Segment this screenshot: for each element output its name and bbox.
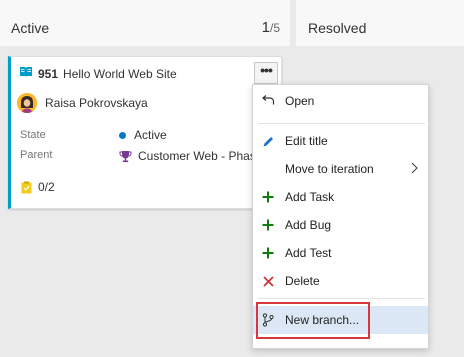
work-item-id: 951 xyxy=(38,66,59,81)
state-field[interactable]: Active xyxy=(119,128,167,142)
wip-current: 1 xyxy=(261,19,270,36)
assignee-name: Raisa Pokrovskaya xyxy=(45,96,148,110)
chevron-right-icon xyxy=(411,162,418,177)
menu-item-edit-title[interactable]: Edit title xyxy=(253,127,428,155)
state-label: State xyxy=(20,129,46,141)
menu-item-label: Add Task xyxy=(285,190,335,204)
task-count: 0/2 xyxy=(38,180,55,194)
menu-item-add-task[interactable]: Add Task xyxy=(253,183,428,211)
column-header-resolved: Resolved xyxy=(296,0,464,46)
state-dot-icon xyxy=(119,131,126,139)
trophy-icon xyxy=(119,150,132,163)
highlight-box xyxy=(256,302,370,339)
avatar xyxy=(17,93,37,113)
x-icon xyxy=(260,273,276,289)
menu-item-label: Edit title xyxy=(285,134,328,148)
assignee[interactable]: Raisa Pokrovskaya xyxy=(17,93,148,113)
plus-icon xyxy=(260,245,276,261)
wip-limit: 1/5 xyxy=(262,19,280,36)
open-arrow-icon xyxy=(260,93,276,109)
menu-item-label: Add Bug xyxy=(285,218,332,232)
clipboard-check-icon xyxy=(21,181,32,194)
work-item-card[interactable]: 951 Hello World Web Site ••• Raisa Pokro… xyxy=(8,56,282,209)
menu-item-move-to-iteration[interactable]: Move to iteration xyxy=(253,155,428,183)
menu-separator xyxy=(258,298,425,299)
menu-item-add-test[interactable]: Add Test xyxy=(253,239,428,267)
card-title-row: 951 Hello World Web Site xyxy=(19,66,177,81)
more-actions-button[interactable]: ••• xyxy=(254,62,278,84)
state-value: Active xyxy=(134,128,167,142)
column-header-active: Active 1/5 xyxy=(0,0,290,46)
parent-label: Parent xyxy=(20,149,53,161)
parent-field[interactable]: Customer Web - Phase xyxy=(119,149,263,163)
column-title-resolved: Resolved xyxy=(308,20,367,36)
book-icon xyxy=(19,66,33,81)
task-progress[interactable]: 0/2 xyxy=(21,180,55,194)
menu-item-label: Delete xyxy=(285,274,320,288)
menu-separator xyxy=(258,123,425,124)
menu-item-delete[interactable]: Delete xyxy=(253,267,428,295)
wip-max: 5 xyxy=(273,21,280,35)
menu-item-add-bug[interactable]: Add Bug xyxy=(253,211,428,239)
pencil-icon xyxy=(260,133,276,149)
column-title-active: Active xyxy=(11,20,50,36)
menu-item-open[interactable]: Open xyxy=(253,87,428,115)
plus-icon xyxy=(260,189,276,205)
menu-item-label: Open xyxy=(285,94,315,108)
menu-item-label: Add Test xyxy=(285,246,332,260)
menu-item-label: Move to iteration xyxy=(285,162,374,176)
parent-value: Customer Web - Phase xyxy=(138,149,263,163)
plus-icon xyxy=(260,217,276,233)
work-item-title[interactable]: Hello World Web Site xyxy=(63,67,177,81)
